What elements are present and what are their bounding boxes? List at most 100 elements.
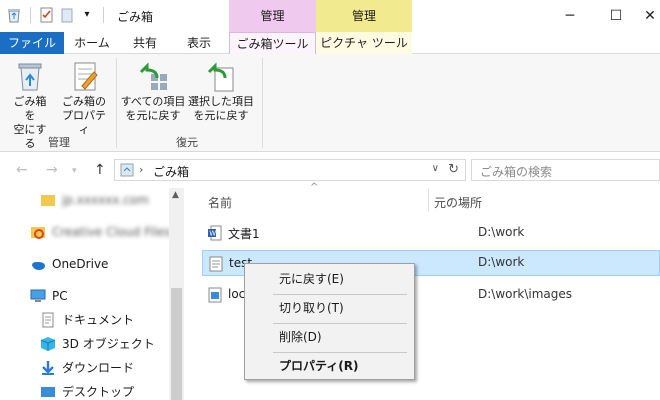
restore-selected-items-button[interactable]: 選択した項目 を元に戻す — [188, 60, 254, 123]
recycle-bin-properties-button[interactable]: ごみ箱の プロパティ — [60, 60, 108, 137]
breadcrumb-separator: › — [139, 163, 144, 176]
menu-divider — [273, 352, 407, 353]
file-location: D:\work — [478, 225, 525, 239]
file-name: loc — [228, 287, 246, 301]
restore-selected-label-2: を元に戻す — [193, 109, 249, 122]
tab-home[interactable]: ホーム — [64, 32, 120, 54]
minimize-button[interactable]: ─ — [560, 6, 580, 26]
desktop-icon — [40, 384, 56, 400]
nav-item-desktop[interactable]: デスクトップ — [40, 382, 134, 400]
download-icon — [40, 360, 56, 376]
computer-icon — [30, 288, 46, 304]
file-name: 文書1 — [228, 227, 260, 241]
ribbon: ごみ箱を 空にする ごみ箱の プロパティ 管理 すべての項目 を元に戻す 選択し… — [0, 54, 660, 152]
properties-icon[interactable] — [39, 7, 55, 23]
tab-picture-tools[interactable]: ピクチャ ツール — [316, 32, 412, 54]
nav-item-onedrive[interactable]: OneDrive — [30, 254, 108, 274]
document-icon — [40, 312, 56, 328]
restore-all-items-button[interactable]: すべての項目 を元に戻す — [120, 60, 186, 123]
recycle-bin-icon — [120, 163, 134, 177]
empty-bin-label-1: ごみ箱を — [13, 95, 47, 122]
menu-item-restore[interactable]: 元に戻す(E) — [245, 268, 414, 290]
nav-item-3d-objects[interactable]: 3D オブジェクト — [40, 334, 155, 354]
nav-item-downloads[interactable]: ダウンロード — [40, 358, 134, 378]
nav-item-label: 3D オブジェクト — [62, 337, 155, 351]
table-row[interactable]: W 文書1 D:\work — [202, 220, 660, 246]
menu-divider — [273, 294, 407, 295]
properties-icon — [74, 62, 98, 91]
maximize-button[interactable]: ☐ — [606, 6, 626, 26]
group-divider — [262, 58, 263, 148]
image-file-icon — [208, 287, 222, 303]
nav-item-label: ドキュメント — [62, 313, 135, 327]
search-input[interactable]: ごみ箱の検索 — [471, 159, 660, 181]
menu-item-delete[interactable]: 削除(D) — [245, 326, 414, 348]
cube-icon — [40, 336, 56, 352]
tab-file[interactable]: ファイル — [0, 32, 64, 54]
nav-item-label: ダウンロード — [62, 361, 135, 375]
bin-props-label-1: ごみ箱の — [62, 95, 106, 108]
nav-scrollbar[interactable]: ▲ — [169, 188, 184, 400]
toolbar-divider — [103, 7, 104, 23]
menu-item-cut[interactable]: 切り取り(T) — [245, 297, 414, 319]
forward-arrow-icon[interactable]: → — [46, 162, 58, 178]
navigation-pane: jp.xxxxxx.com Creative Cloud Files OneDr… — [0, 188, 186, 400]
nav-item-pc[interactable]: PC — [30, 286, 68, 306]
recycle-bin-icon — [18, 63, 42, 91]
chevron-down-icon[interactable]: ▾ — [79, 7, 95, 23]
search-placeholder: ごみ箱の検索 — [480, 165, 553, 179]
recent-chevron-icon[interactable]: ▾ — [72, 166, 77, 176]
window-title: ごみ箱 — [117, 10, 154, 24]
file-location: D:\work — [478, 255, 525, 269]
scrollbar-thumb[interactable] — [171, 288, 182, 400]
restore-all-label-1: すべての項目 — [120, 95, 186, 108]
ribbon-tabs: ファイル ホーム 共有 表示 ごみ箱ツール ピクチャ ツール — [0, 32, 660, 55]
menu-item-properties[interactable]: プロパティ(R) — [245, 355, 414, 377]
nav-item-label: デスクトップ — [62, 385, 135, 399]
file-location: D:\work\images — [478, 287, 573, 301]
group-label-restore: 復元 — [176, 136, 198, 149]
svg-text:W: W — [209, 230, 216, 238]
tab-share[interactable]: 共有 — [120, 32, 170, 54]
restore-all-label-2: を元に戻す — [125, 109, 181, 122]
nav-item-blurred-folder[interactable]: jp.xxxxxx.com — [40, 190, 149, 210]
column-header-location[interactable]: 元の場所 — [434, 194, 482, 211]
column-header-name[interactable]: 名前 — [208, 194, 232, 211]
tab-view[interactable]: 表示 — [170, 32, 228, 54]
restore-selected-icon — [207, 62, 234, 92]
tab-recycle-bin-tools[interactable]: ごみ箱ツール — [229, 32, 316, 55]
context-header-picture-tools: 管理 — [316, 0, 412, 32]
title-bar: ▾ ごみ箱 管理 管理 ─ ☐ ✕ — [0, 0, 660, 32]
cloud-icon — [30, 256, 46, 272]
restore-all-icon — [139, 62, 167, 90]
nav-item-documents[interactable]: ドキュメント — [40, 310, 134, 330]
nav-item-label: jp.xxxxxx.com — [62, 193, 149, 207]
toolbar-divider — [30, 7, 31, 23]
new-folder-icon[interactable] — [59, 7, 75, 23]
sort-ascending-icon: ^ — [310, 182, 319, 193]
close-button[interactable]: ✕ — [640, 6, 660, 26]
creative-cloud-icon — [30, 224, 46, 240]
address-row: ← → ▾ ↑ › ごみ箱 ∨ ↻ ごみ箱の検索 — [0, 152, 660, 188]
context-header-recycle-tools: 管理 — [229, 0, 316, 32]
nav-item-label: PC — [52, 289, 68, 303]
chevron-down-icon[interactable]: ∨ — [432, 163, 439, 174]
scroll-up-icon[interactable]: ▲ — [172, 190, 179, 200]
restore-selected-label-1: 選択した項目 — [188, 95, 254, 108]
nav-item-label: OneDrive — [52, 257, 109, 271]
refresh-icon[interactable]: ↻ — [448, 162, 459, 177]
text-file-icon — [209, 256, 223, 272]
nav-item-creative-cloud[interactable]: Creative Cloud Files — [30, 222, 171, 242]
context-menu: 元に戻す(E) 切り取り(T) 削除(D) プロパティ(R) — [244, 263, 415, 380]
up-arrow-icon[interactable]: ↑ — [94, 162, 106, 178]
breadcrumb[interactable]: ごみ箱 — [153, 163, 189, 180]
address-bar[interactable]: › ごみ箱 ∨ ↻ — [114, 159, 466, 181]
menu-divider — [273, 323, 407, 324]
column-divider[interactable] — [428, 188, 429, 212]
folder-icon — [40, 192, 56, 208]
recycle-bin-icon — [6, 7, 22, 23]
quick-access-toolbar: ▾ — [6, 7, 108, 23]
bin-props-label-2: プロパティ — [62, 109, 106, 136]
group-divider — [116, 58, 117, 148]
back-arrow-icon[interactable]: ← — [16, 162, 28, 178]
